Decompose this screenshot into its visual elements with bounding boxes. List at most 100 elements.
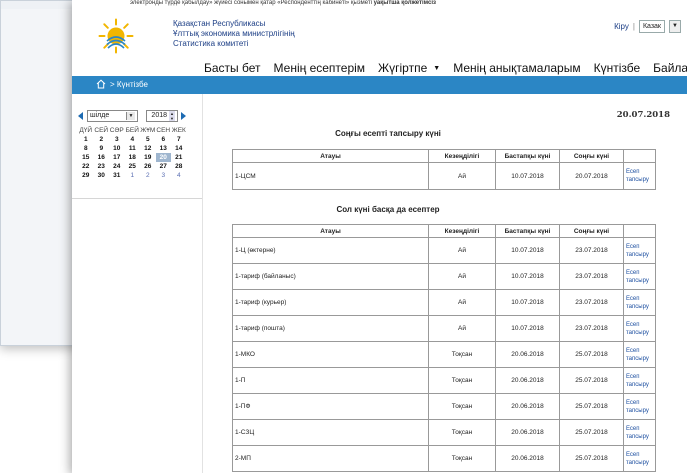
- calendar-day[interactable]: 17: [109, 153, 125, 162]
- next-month-icon[interactable]: [181, 112, 186, 120]
- notice-banner: электронды түрде қабылдау» жүйесі соныме…: [72, 0, 687, 8]
- submit-report-link[interactable]: Есеп тапсыру: [623, 419, 656, 446]
- submit-report-link[interactable]: Есеп тапсыру: [623, 341, 656, 368]
- report-period: Тоқсан: [428, 367, 496, 394]
- submit-report-link[interactable]: Есеп тапсыру: [623, 393, 656, 420]
- calendar-day[interactable]: 8: [78, 144, 94, 153]
- report-start-date: 10.07.2018: [495, 162, 560, 190]
- calendar-day[interactable]: 9: [94, 144, 110, 153]
- calendar-day[interactable]: 15: [78, 153, 94, 162]
- table-row: 1-МКО Тоқсан 20.06.2018 25.07.2018 Есеп тапс…: [232, 341, 656, 368]
- calendar-day[interactable]: 11: [125, 144, 141, 153]
- nav-contacts[interactable]: Байланыс ақпарат: [653, 61, 687, 75]
- week-row: 8 9 10 11 12 13 14: [78, 144, 187, 153]
- other-reports-section-title: Сол күні басқа да есептер: [336, 205, 440, 214]
- calendar-day[interactable]: 21: [171, 153, 187, 162]
- column-header-period: Кезеңділігі: [428, 149, 496, 163]
- calendar-day[interactable]: 31: [109, 171, 125, 180]
- submit-report-link[interactable]: Есеп тапсыру: [623, 315, 656, 342]
- login-link[interactable]: Кіру: [614, 22, 629, 31]
- report-name: 1-ПФ: [232, 393, 429, 420]
- report-period: Ай: [428, 237, 496, 264]
- calendar-day[interactable]: 29: [78, 171, 94, 180]
- report-period: Тоқсан: [428, 419, 496, 446]
- calendar-day[interactable]: 2: [94, 135, 110, 144]
- calendar-day[interactable]: 14: [171, 144, 187, 153]
- column-header-action: [623, 149, 656, 163]
- submit-report-link[interactable]: Есеп тапсыру: [623, 289, 656, 316]
- calendar-day[interactable]: 3: [109, 135, 125, 144]
- calendar-day[interactable]: 22: [78, 162, 94, 171]
- nav-calendar[interactable]: Күнтізбе: [594, 61, 641, 75]
- column-header-end: Соңғы күні: [559, 224, 624, 238]
- calendar-day[interactable]: 1: [78, 135, 94, 144]
- nav-my-reports[interactable]: Менің есептерім: [274, 61, 366, 75]
- submit-report-link[interactable]: Есеп тапсыру: [623, 237, 656, 264]
- calendar-day[interactable]: 25: [125, 162, 141, 171]
- nav-my-references[interactable]: Менің анықтамаларым: [453, 61, 580, 75]
- submit-report-link[interactable]: Есеп тапсыру: [623, 263, 656, 290]
- calendar-day[interactable]: 28: [171, 162, 187, 171]
- nav-home[interactable]: Басты бет: [204, 61, 261, 75]
- calendar-day-selected[interactable]: 20: [155, 153, 171, 162]
- calendar-day-next-month[interactable]: 4: [171, 171, 187, 180]
- report-name: 1-Ц (өктерне): [232, 237, 429, 264]
- calendar-day[interactable]: 4: [125, 135, 141, 144]
- calendar-day[interactable]: 24: [109, 162, 125, 171]
- table-row: 1-П Тоқсан 20.06.2018 25.07.2018 Есеп тапсыр…: [232, 367, 656, 394]
- weekday: СЕН: [156, 126, 171, 134]
- weekday: ЖҰМ: [140, 126, 156, 134]
- submit-report-link[interactable]: Есеп тапсыру: [623, 367, 656, 394]
- calendar-day-next-month[interactable]: 1: [125, 171, 141, 180]
- calendar-day[interactable]: 12: [140, 144, 156, 153]
- year-value: 2018: [151, 112, 167, 119]
- nav-ticker[interactable]: Жүгіртпе ▼: [378, 61, 440, 75]
- other-reports-table: Атауы Кезеңділігі Бастапқы күні Соңғы кү…: [232, 224, 656, 472]
- language-select[interactable]: Казак: [638, 20, 665, 33]
- language-dropdown-icon[interactable]: ▼: [669, 20, 681, 33]
- calendar-day[interactable]: 16: [94, 153, 110, 162]
- calendar-day[interactable]: 30: [94, 171, 110, 180]
- spin-icon[interactable]: ▲ ▼: [169, 111, 175, 121]
- table-row: 2-МП Тоқсан 20.06.2018 25.07.2018 Есеп тапсы…: [232, 445, 656, 472]
- weekday: БЕЙ: [125, 126, 139, 134]
- calendar-day[interactable]: 10: [109, 144, 125, 153]
- chevron-down-icon: ▼: [433, 65, 441, 73]
- column-header-start: Бастапқы күні: [495, 224, 560, 238]
- calendar-day[interactable]: 7: [171, 135, 187, 144]
- calendar-day[interactable]: 27: [156, 162, 172, 171]
- nav-ticker-label: Жүгіртпе: [378, 61, 428, 75]
- calendar-day[interactable]: 18: [125, 153, 141, 162]
- year-stepper[interactable]: 2018 ▲ ▼: [146, 110, 178, 122]
- browser-window: электронды түрде қабылдау» жүйесі соныме…: [72, 0, 687, 473]
- calendar-day[interactable]: 13: [156, 144, 172, 153]
- chevron-down-icon: ▼: [126, 112, 135, 120]
- prev-month-icon[interactable]: [78, 112, 83, 120]
- report-start-date: 10.07.2018: [495, 237, 560, 264]
- report-end-date: 20.07.2018: [559, 162, 624, 190]
- report-name: 1-ЦСМ: [232, 162, 429, 190]
- month-select[interactable]: шілде ▼: [87, 110, 138, 122]
- submit-report-link[interactable]: Есеп тапсыру: [623, 162, 656, 190]
- calendar-day[interactable]: 6: [156, 135, 172, 144]
- weekday: ДҮЙ: [79, 126, 93, 134]
- sidebar-divider: [72, 198, 202, 199]
- calendar-day[interactable]: 26: [140, 162, 156, 171]
- calendar-day[interactable]: 19: [140, 153, 156, 162]
- calendar-day[interactable]: 23: [94, 162, 110, 171]
- report-start-date: 20.06.2018: [495, 419, 560, 446]
- column-header-name: Атауы: [232, 224, 429, 238]
- report-start-date: 10.07.2018: [495, 263, 560, 290]
- calendar-day-next-month[interactable]: 3: [156, 171, 172, 180]
- site-header: Қазақстан Республикасы Ұлттық экономика …: [72, 8, 687, 76]
- report-end-date: 25.07.2018: [559, 393, 624, 420]
- report-name: 1-тариф (курьер): [232, 289, 429, 316]
- calendar-header: шілде ▼ 2018 ▲ ▼: [78, 110, 186, 122]
- calendar-day[interactable]: 5: [140, 135, 156, 144]
- report-name: 1-тариф (пошта): [232, 315, 429, 342]
- home-icon[interactable]: [96, 79, 106, 89]
- report-start-date: 20.06.2018: [495, 445, 560, 472]
- submit-report-link[interactable]: Есеп тапсыру: [623, 445, 656, 472]
- calendar-day-next-month[interactable]: 2: [140, 171, 156, 180]
- report-period: Тоқсан: [428, 393, 496, 420]
